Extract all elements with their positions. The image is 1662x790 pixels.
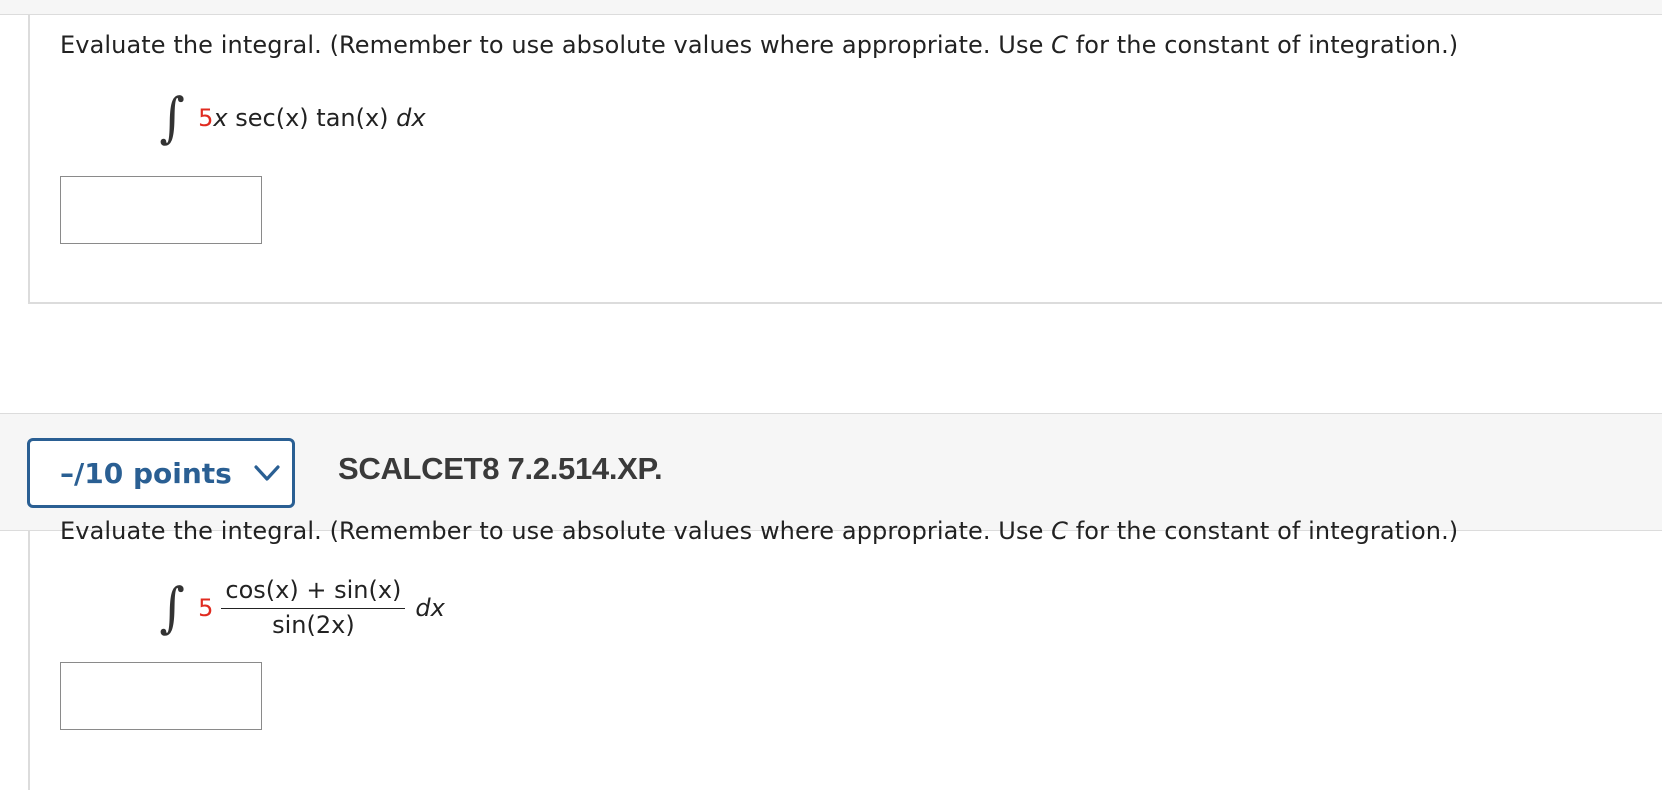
points-dropdown-button[interactable]: –/10 points [27,438,295,508]
question-2-body: Evaluate the integral. (Remember to use … [28,517,1662,790]
fraction-numerator: cos(x) + sin(x) [221,576,406,609]
question-2-integral: ∫ 5 cos(x) + sin(x) sin(2x) dx [158,576,445,640]
fraction-denominator: sin(2x) [272,610,355,639]
question-1-prompt: Evaluate the integral. (Remember to use … [60,31,1459,59]
integral-sign-icon: ∫ [159,576,185,640]
points-label: –/10 points [60,456,232,490]
fraction: cos(x) + sin(x) sin(2x) [221,576,406,639]
coefficient: 5 [198,104,214,132]
coefficient: 5 [198,594,214,623]
integral-sign-icon: ∫ [159,86,185,149]
question-2-answer-input[interactable] [60,662,262,730]
question-2-header: –/10 points SCALCET8 7.2.514.XP. [0,413,1662,531]
question-1-integral: ∫ 5 x sec(x) tan(x) dx [158,86,426,149]
question-1-body: Evaluate the integral. (Remember to use … [28,15,1662,304]
top-strip [0,0,1662,15]
variable: x [213,104,228,132]
chevron-down-icon [254,465,280,481]
question-id: SCALCET8 7.2.514.XP. [338,451,663,486]
integrand: sec(x) tan(x) [227,104,397,132]
differential: dx [396,104,426,132]
question-1-answer-input[interactable] [60,176,262,244]
differential: dx [415,594,445,623]
question-2-prompt: Evaluate the integral. (Remember to use … [60,517,1459,545]
